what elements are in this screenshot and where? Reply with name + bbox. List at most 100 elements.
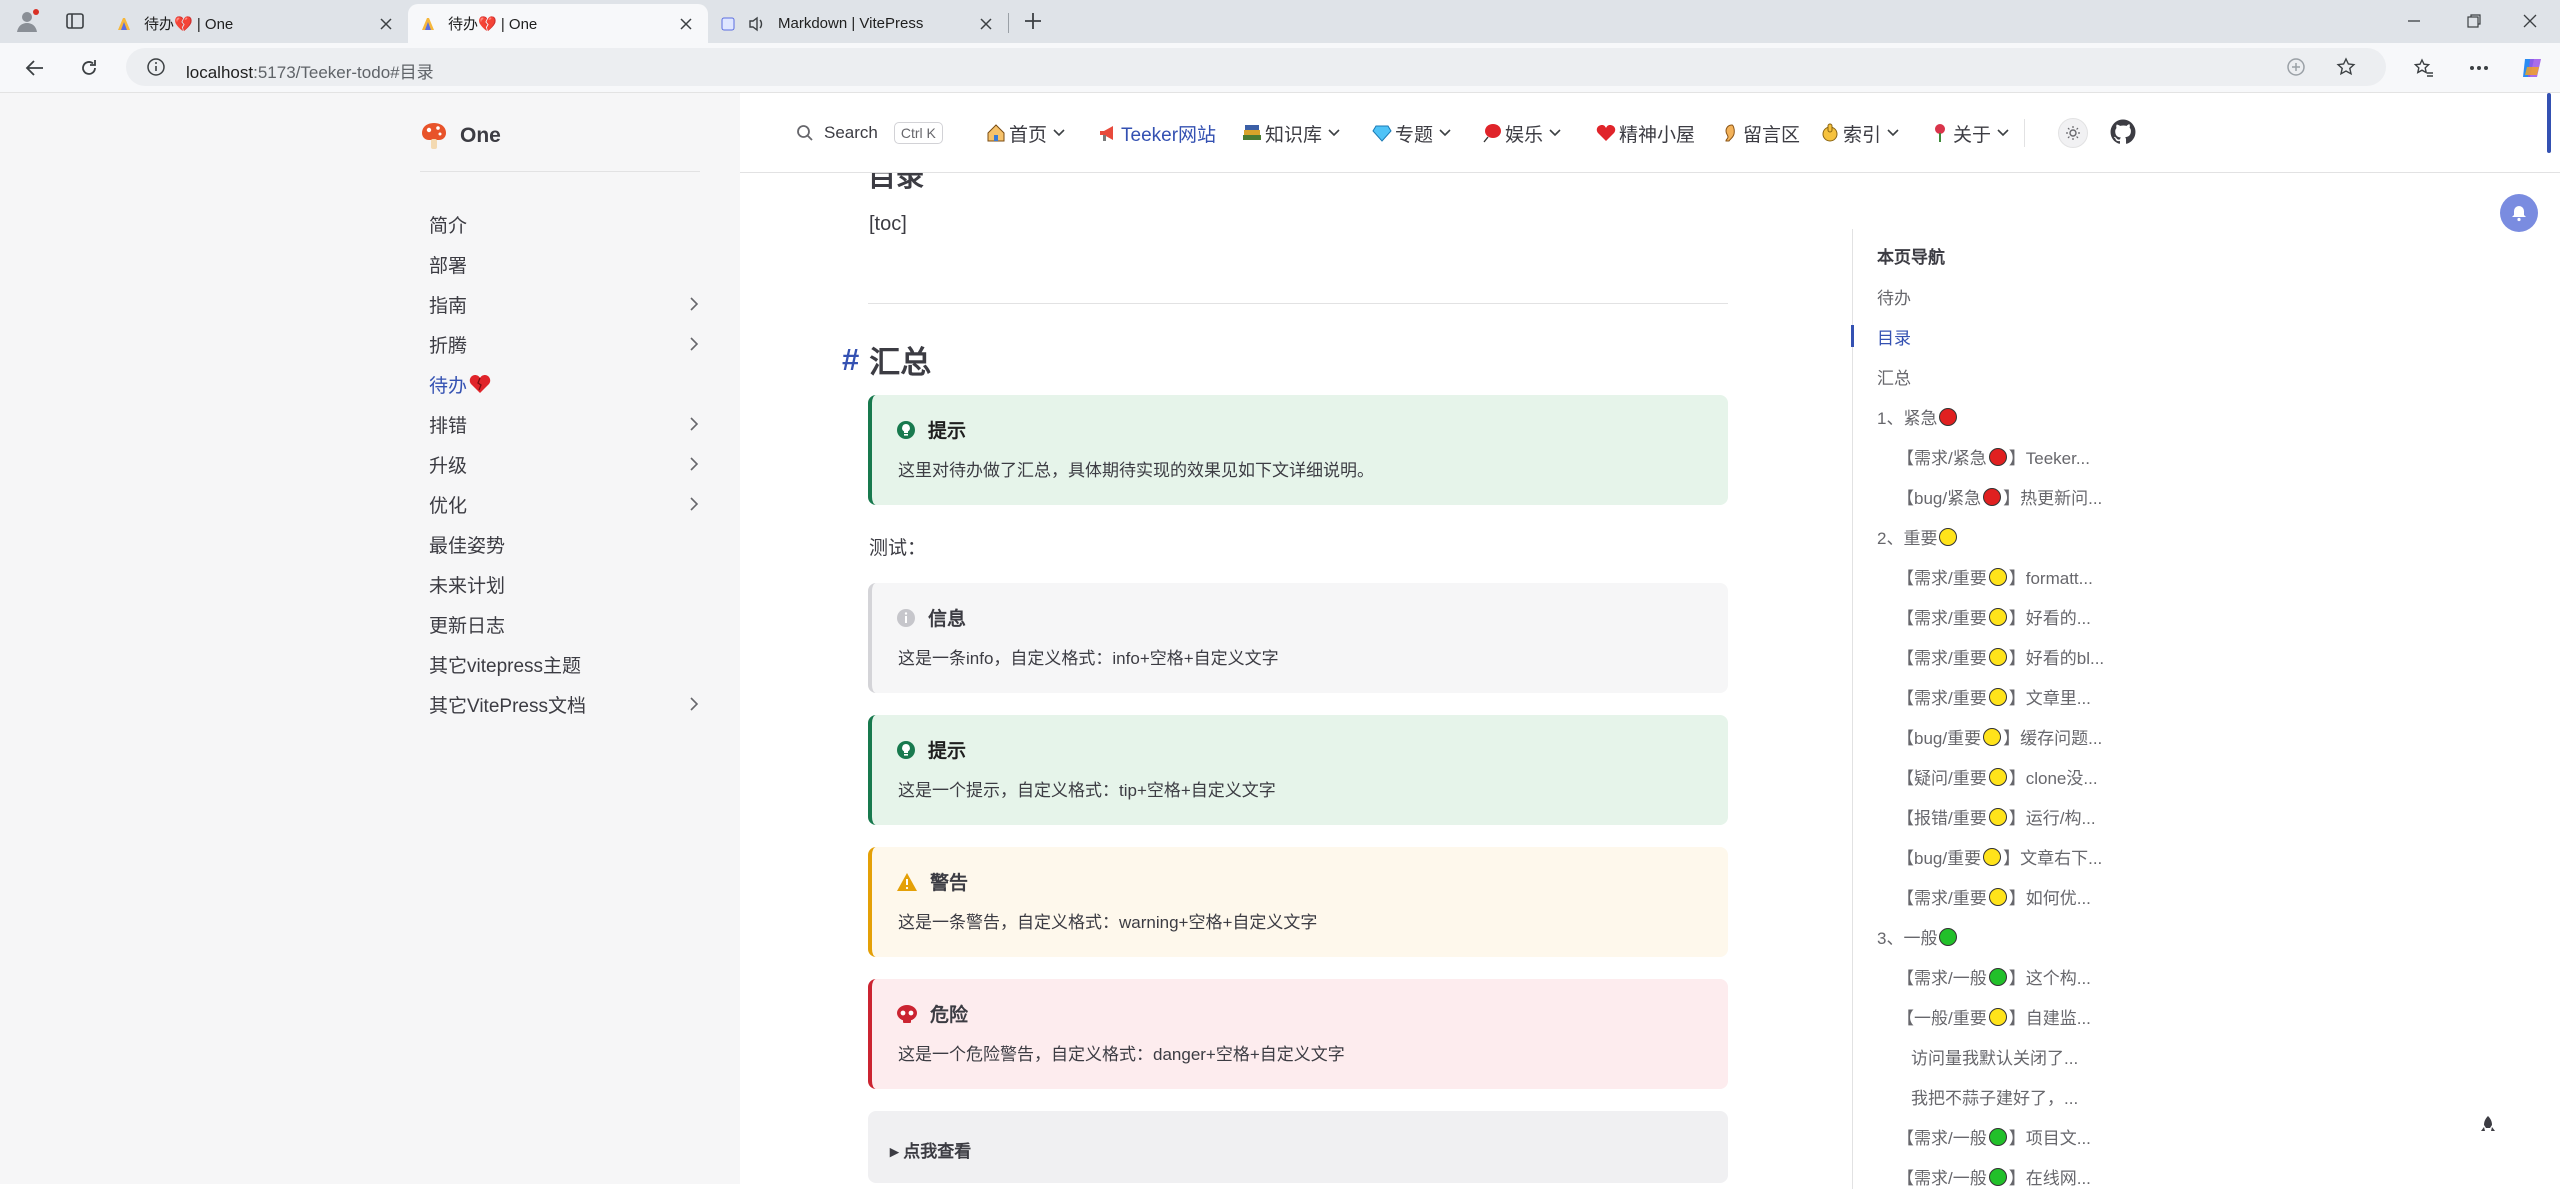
tip-container: 提示 这里对待办做了汇总，具体期待实现的效果见如下文详细说明。 <box>868 395 1728 505</box>
profile-icon[interactable] <box>14 8 40 34</box>
sidebar-item-label: 其它vitepress主题 <box>429 655 582 677</box>
outline-item-suffix: 】项目文... <box>2008 1129 2091 1148</box>
outline-item[interactable]: 【报错/重要 】运行/构... <box>1897 804 2096 829</box>
outline-item[interactable]: 【bug/紧急 】热更新问... <box>1897 484 2102 509</box>
close-window-icon[interactable] <box>2500 0 2560 42</box>
tip-title: 提示 <box>896 416 966 443</box>
sidebar-item-future-plan[interactable]: 未来计划 <box>429 565 699 603</box>
page-viewport: One 简介 部署 指南 折腾 待办 排错 升级 优化 最佳姿势 未来计划 更新… <box>0 92 2560 1189</box>
sidebar-item-guide[interactable]: 指南 <box>429 285 699 323</box>
translate-icon[interactable] <box>2286 57 2306 77</box>
tab-actions-icon[interactable] <box>62 8 88 34</box>
sidebar-item-intro[interactable]: 简介 <box>429 205 699 243</box>
nav-about[interactable]: 关于 <box>1930 118 2009 148</box>
info-title: 信息 <box>896 604 966 631</box>
outline-item[interactable]: 目录 <box>1877 324 1911 349</box>
sidebar-item-upgrade[interactable]: 升级 <box>429 445 699 483</box>
more-menu-icon[interactable] <box>2462 52 2496 84</box>
sidebar-item-best-practice[interactable]: 最佳姿势 <box>429 525 699 563</box>
sidebar-item-optimize[interactable]: 优化 <box>429 485 699 523</box>
browser-tab-2[interactable]: 待办💔 | One <box>408 4 708 43</box>
outline-item[interactable]: 3、一般 <box>1877 924 1959 949</box>
site-info-icon[interactable] <box>146 57 166 77</box>
outline-item[interactable]: 【需求/重要 】formatt... <box>1897 564 2093 589</box>
search-button[interactable]: Search Ctrl K <box>796 113 943 153</box>
outline-item[interactable]: 【需求/重要 】好看的bl... <box>1897 644 2104 669</box>
sidebar-item-label: 更新日志 <box>429 615 506 637</box>
outline-item[interactable]: 【需求/重要 】文章里... <box>1897 684 2091 709</box>
back-to-top-button[interactable] <box>2470 1107 2506 1143</box>
sidebar-item-tinker[interactable]: 折腾 <box>429 325 699 363</box>
outline-item[interactable]: 【需求/重要 】好看的... <box>1897 604 2091 629</box>
restore-icon[interactable] <box>2444 0 2504 42</box>
nav-topics[interactable]: 专题 <box>1372 118 1451 148</box>
browser-tab-1[interactable]: 待办💔 | One <box>104 4 408 43</box>
address-bar[interactable]: localhost:5173/Teeker-todo#目录 <box>126 48 2386 86</box>
speaker-icon[interactable] <box>748 15 766 33</box>
notification-bell-button[interactable] <box>2500 194 2538 232</box>
outline-item-suffix: 】这个构... <box>2008 969 2091 988</box>
outline-item[interactable]: 汇总 <box>1877 364 1911 389</box>
outline-item[interactable]: 我把不蒜子建好了，... <box>1911 1084 2078 1109</box>
outline-item-label: 【需求/紧急 <box>1897 449 1987 468</box>
nav-home[interactable]: 首页 <box>986 118 1065 148</box>
hand-point-icon <box>1820 123 1840 143</box>
nav-knowledge-base[interactable]: 知识库 <box>1242 118 1340 148</box>
outline-item[interactable]: 【bug/重要 】文章右下... <box>1897 844 2102 869</box>
details-summary[interactable]: ▸ 点我查看 <box>890 1137 971 1162</box>
nav-teeker-site[interactable]: Teeker网站 <box>1098 118 1216 148</box>
chevron-right-icon[interactable] <box>689 457 699 471</box>
chevron-right-icon[interactable] <box>689 497 699 511</box>
close-icon[interactable] <box>976 14 996 34</box>
outline-item[interactable]: 【需求/一般 】项目文... <box>1897 1124 2091 1149</box>
outline-item[interactable]: 【需求/重要 】如何优... <box>1897 884 2091 909</box>
close-icon[interactable] <box>376 14 396 34</box>
copilot-icon[interactable] <box>2515 52 2549 84</box>
outline-item[interactable]: 【bug/重要 】缓存问题... <box>1897 724 2102 749</box>
sidebar-item-troubleshoot[interactable]: 排错 <box>429 405 699 443</box>
browser-tab-3[interactable]: Markdown | VitePress <box>708 4 1008 43</box>
nav-index[interactable]: 索引 <box>1820 118 1899 148</box>
github-icon[interactable] <box>2110 119 2136 145</box>
outline-item-label: 2、重要 <box>1877 529 1938 548</box>
outline-item[interactable]: 访问量我默认关闭了... <box>1911 1044 2078 1069</box>
favorites-icon[interactable] <box>2407 52 2441 84</box>
favorite-star-icon[interactable] <box>2336 57 2356 77</box>
outline-item[interactable]: 【需求/一般 】这个构... <box>1897 964 2091 989</box>
minimize-icon[interactable] <box>2384 0 2444 42</box>
outline-item[interactable]: 【需求/紧急 】Teeker... <box>1897 444 2090 469</box>
outline-item-label: 【需求/一般 <box>1897 969 1987 988</box>
nav-entertainment[interactable]: 娱乐 <box>1482 118 1561 148</box>
nav-label: 精神小屋 <box>1619 124 1696 146</box>
tip-title: 提示 <box>896 736 966 763</box>
chevron-right-icon[interactable] <box>689 297 699 311</box>
sidebar-item-changelog[interactable]: 更新日志 <box>429 605 699 643</box>
outline-item[interactable]: 【疑问/重要 】clone没... <box>1897 764 2098 789</box>
details-toggle[interactable]: ▸ 点我查看 <box>868 1111 1728 1183</box>
chevron-right-icon[interactable] <box>689 337 699 351</box>
outline-item[interactable]: 【一般/重要 】自建监... <box>1897 1004 2091 1029</box>
new-tab-icon[interactable] <box>1020 8 1046 34</box>
sidebar-item-other-themes[interactable]: 其它vitepress主题 <box>429 645 699 683</box>
outline-item[interactable]: 【需求/一般 】在线网... <box>1897 1164 2091 1189</box>
reload-icon[interactable] <box>72 52 106 84</box>
chevron-right-icon[interactable] <box>689 697 699 711</box>
back-icon[interactable] <box>18 52 52 84</box>
outline-item[interactable]: 2、重要 <box>1877 524 1959 549</box>
sidebar-item-deploy[interactable]: 部署 <box>429 245 699 283</box>
yellow-circle-icon <box>1988 607 2007 626</box>
theme-toggle-sun-icon[interactable] <box>2058 118 2088 148</box>
section-heading: # 汇总 <box>842 337 931 382</box>
chevron-down-icon <box>1887 129 1899 137</box>
sidebar-item-todo[interactable]: 待办 <box>429 365 699 403</box>
close-icon[interactable] <box>676 14 696 34</box>
outline-item[interactable]: 待办 <box>1877 284 1911 309</box>
chevron-right-icon[interactable] <box>689 417 699 431</box>
nav-guestbook[interactable]: 留言区 <box>1720 118 1800 148</box>
nav-spirit-house[interactable]: 精神小屋 <box>1596 118 1695 148</box>
heading-anchor[interactable]: # <box>842 342 859 378</box>
site-brand[interactable]: One <box>420 121 501 151</box>
diamond-icon <box>1372 123 1392 143</box>
outline-item[interactable]: 1、紧急 <box>1877 404 1959 429</box>
sidebar-item-other-docs[interactable]: 其它VitePress文档 <box>429 685 699 723</box>
